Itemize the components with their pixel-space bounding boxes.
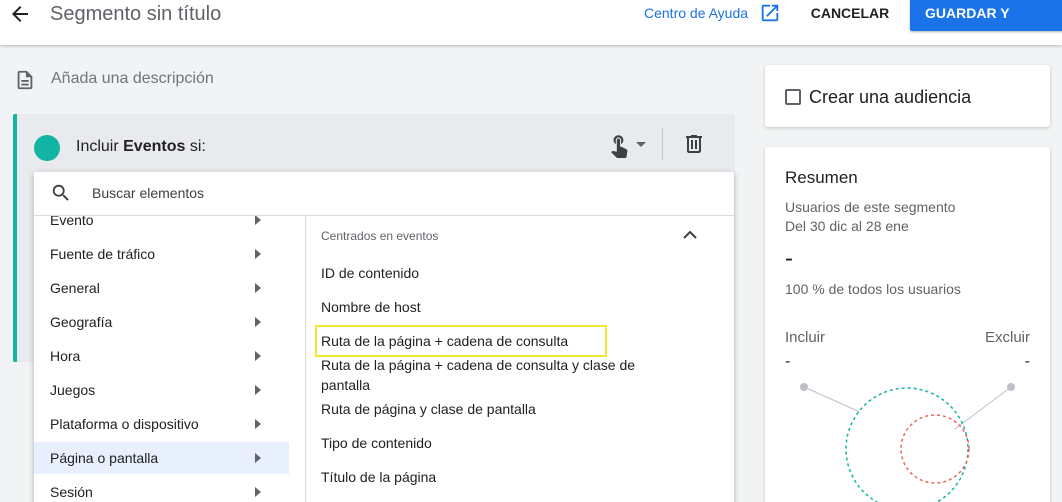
- touch-app-icon[interactable]: [606, 132, 632, 158]
- arrow-back-icon[interactable]: [8, 2, 32, 26]
- summary-title: Resumen: [785, 168, 858, 187]
- chevron-right-icon: [255, 317, 261, 327]
- chevron-right-icon: [255, 283, 261, 293]
- chevron-right-icon: [255, 216, 261, 225]
- include-circle: [845, 387, 969, 502]
- category-item-juegos[interactable]: Juegos: [34, 374, 289, 406]
- chevron-right-icon: [255, 419, 261, 429]
- create-audience-label[interactable]: Crear una audiencia: [809, 87, 971, 108]
- venn-diagram: [800, 383, 1015, 502]
- field-item-ruta-pagina-clase-pantalla[interactable]: Ruta de página y clase de pantalla: [321, 399, 671, 419]
- category-item-pagina-o-pantalla[interactable]: Página o pantalla: [34, 442, 289, 474]
- chevron-right-icon: [255, 487, 261, 497]
- description-input[interactable]: Añada una descripción: [51, 70, 214, 88]
- page-title: Segmento sin título: [50, 3, 222, 25]
- include-label: Incluir: [785, 329, 826, 346]
- field-item-ruta-pagina-cadena-consulta-clase-pantalla[interactable]: Ruta de la página + cadena de consulta y…: [321, 355, 651, 395]
- dimension-picker-dropdown: Evento Fuente de tráfico General Geograf…: [34, 172, 734, 502]
- segment-color-dot: [34, 135, 60, 161]
- chevron-up-icon[interactable]: [681, 228, 699, 242]
- segment-scope-label: Incluir Eventos si:: [76, 138, 206, 156]
- search-row: [34, 172, 734, 216]
- group-header: Centrados en eventos: [321, 229, 439, 243]
- category-item-evento[interactable]: Evento: [34, 216, 289, 236]
- field-item-titulo-de-la-pagina[interactable]: Título de la página: [321, 467, 671, 487]
- category-list: Evento Fuente de tráfico General Geograf…: [34, 216, 305, 502]
- category-label: General: [50, 280, 100, 296]
- category-label: Página o pantalla: [50, 450, 159, 466]
- summary-subtitle: Usuarios de este segmento: [785, 199, 956, 215]
- chevron-right-icon: [255, 249, 261, 259]
- field-item-ruta-pagina-cadena-consulta[interactable]: Ruta de la página + cadena de consulta: [315, 325, 607, 357]
- cancel-button[interactable]: CANCELAR: [800, 0, 900, 26]
- category-item-plataforma-o-dispositivo[interactable]: Plataforma o dispositivo: [34, 408, 289, 440]
- save-and-apply-button[interactable]: GUARDAR Y APLICAR: [910, 0, 1062, 47]
- category-label: Evento: [50, 216, 94, 228]
- exclude-handle: [1007, 383, 1015, 391]
- help-center-link[interactable]: Centro de Ayuda: [644, 5, 748, 21]
- category-label: Plataforma o dispositivo: [50, 416, 199, 432]
- segment-prefix: Incluir: [76, 138, 124, 155]
- category-item-geografia[interactable]: Geografía: [34, 306, 289, 338]
- field-item-id-de-contenido[interactable]: ID de contenido: [321, 263, 671, 283]
- category-item-hora[interactable]: Hora: [34, 340, 289, 372]
- field-list-panel: Centrados en eventos ID de contenido Nom…: [306, 216, 734, 502]
- search-icon: [52, 184, 69, 201]
- category-label: Juegos: [50, 382, 96, 398]
- summary-date-range: Del 30 dic al 28 ene: [785, 218, 909, 234]
- delete-icon[interactable]: [682, 132, 706, 156]
- top-app-bar: Segmento sin título Centro de Ayuda CANC…: [0, 0, 1062, 47]
- toolbar-divider: [662, 128, 663, 160]
- field-item-tipo-de-contenido[interactable]: Tipo de contenido: [321, 433, 671, 453]
- field-item-nombre-de-host[interactable]: Nombre de host: [321, 297, 671, 317]
- include-handle: [800, 383, 808, 391]
- summary-percent: 100 % de todos los usuarios: [785, 281, 961, 297]
- description-icon: [17, 70, 33, 90]
- category-item-fuente-de-trafico[interactable]: Fuente de tráfico: [34, 238, 289, 270]
- include-connector: [803, 386, 861, 413]
- summary-card: Resumen Usuarios de este segmento Del 30…: [765, 147, 1050, 502]
- chevron-right-icon: [255, 453, 261, 463]
- segment-suffix: si:: [185, 138, 206, 155]
- search-input[interactable]: [92, 182, 692, 204]
- create-audience-card: Crear una audiencia: [765, 65, 1050, 127]
- caret-down-icon[interactable]: [634, 139, 648, 151]
- category-label: Hora: [50, 348, 81, 364]
- category-item-sesion[interactable]: Sesión: [34, 476, 289, 502]
- category-label: Fuente de tráfico: [50, 246, 156, 262]
- create-audience-checkbox[interactable]: [785, 89, 801, 105]
- exclude-label: Excluir: [984, 329, 1030, 346]
- exclude-connector: [954, 386, 1012, 430]
- exclude-circle: [900, 414, 970, 484]
- category-label: Geografía: [50, 314, 113, 330]
- summary-user-count: -: [785, 245, 793, 272]
- chevron-right-icon: [255, 351, 261, 361]
- category-item-general[interactable]: General: [34, 272, 289, 304]
- chevron-right-icon: [255, 385, 261, 395]
- segment-entity: Eventos: [123, 138, 186, 155]
- category-label: Sesión: [50, 484, 93, 500]
- open-in-new-icon[interactable]: [759, 2, 781, 24]
